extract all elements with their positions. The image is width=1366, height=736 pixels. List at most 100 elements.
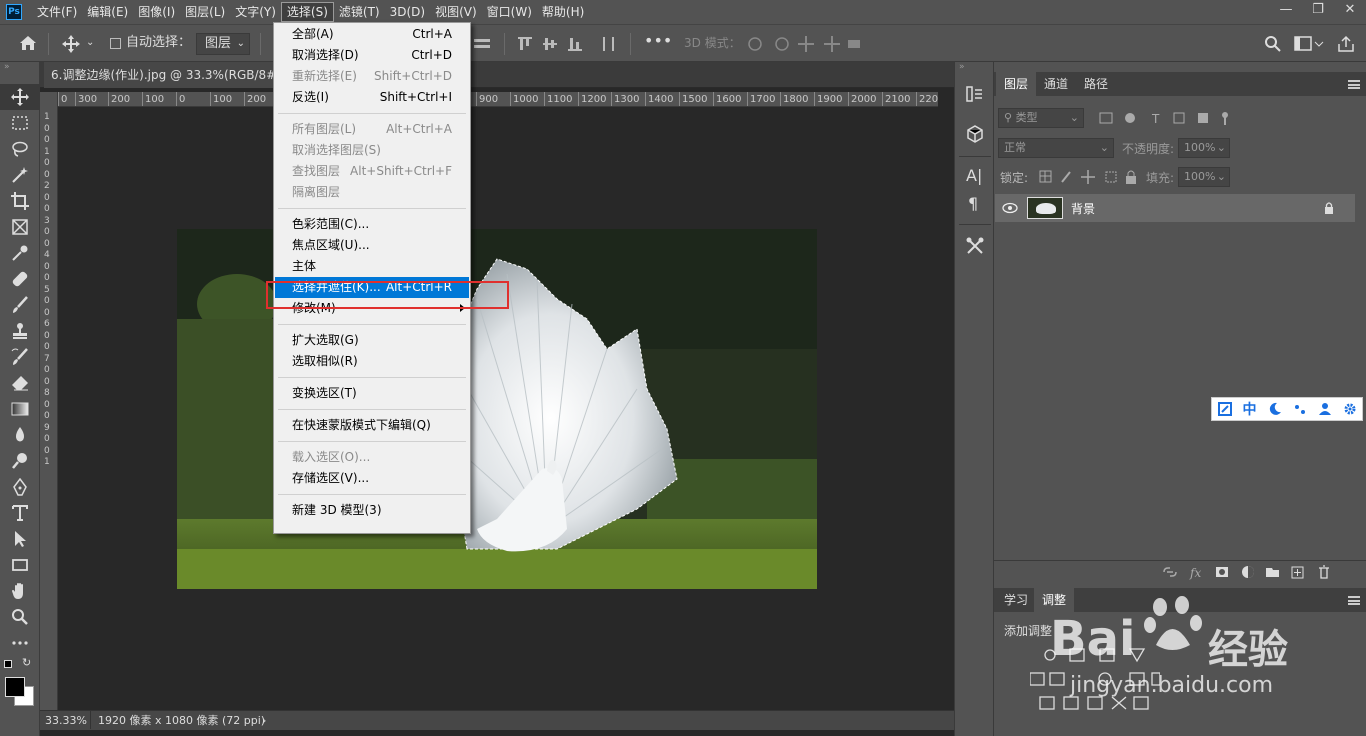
menu-item[interactable]: 选择(S) [280, 2, 334, 22]
healing-brush-icon[interactable] [0, 266, 40, 292]
eyedropper-icon[interactable] [0, 240, 40, 266]
close-icon[interactable]: ✕ [1334, 0, 1366, 20]
menu-item-3-0[interactable]: 扩大选取(G) [275, 330, 469, 351]
align-bottom-icon[interactable] [566, 35, 584, 53]
eraser-tool-icon[interactable] [0, 370, 40, 396]
menu-item-2-1[interactable]: 焦点区域(U)... [275, 235, 469, 256]
paragraph-panel-icon[interactable]: ¶ [968, 194, 978, 213]
edit-toolbar-icon[interactable] [0, 630, 40, 656]
default-colors-icon[interactable] [4, 660, 12, 668]
user-icon[interactable] [1318, 402, 1332, 416]
dodge-tool-icon[interactable] [0, 448, 40, 474]
clone-stamp-icon[interactable] [0, 318, 40, 344]
search-icon[interactable] [1264, 35, 1282, 53]
type-tool-icon[interactable] [0, 500, 40, 526]
crop-tool-icon[interactable] [0, 188, 40, 214]
panel-menu-icon[interactable] [1348, 80, 1360, 89]
eye-icon[interactable] [1002, 202, 1018, 214]
auto-select-dropdown[interactable]: 图层 ⌄ [196, 33, 250, 55]
tab-channels[interactable]: 通道 [1036, 72, 1076, 96]
menu-item-2-0[interactable]: 色彩范围(C)... [275, 214, 469, 235]
menu-item[interactable]: 帮助(H) [537, 2, 589, 22]
menu-item[interactable]: 图层(L) [180, 2, 230, 22]
menu-item-0-0[interactable]: 全部(A) Ctrl+A [275, 24, 469, 45]
layer-name[interactable]: 背景 [1071, 200, 1095, 217]
history-brush-icon[interactable] [0, 344, 40, 370]
auto-select-checkbox[interactable] [110, 38, 121, 49]
menu-item-6-1[interactable]: 存储选区(V)... [275, 468, 469, 489]
3d-panel-icon[interactable] [965, 124, 985, 144]
opacity-input[interactable]: 100% ⌄ [1178, 138, 1230, 158]
menu-item[interactable]: 窗口(W) [482, 2, 537, 22]
blur-tool-icon[interactable] [0, 422, 40, 448]
zoom-level[interactable]: 33.33% [45, 711, 87, 730]
swap-colors-icon[interactable]: ↻ [22, 656, 31, 669]
menu-item-2-2[interactable]: 主体 [275, 256, 469, 277]
rectangle-tool-icon[interactable] [0, 552, 40, 578]
tab-layers[interactable]: 图层 [996, 72, 1037, 96]
blend-mode-select[interactable]: 正常 ⌄ [998, 138, 1114, 158]
ruler-tick: 1600 [713, 92, 741, 106]
home-icon[interactable] [18, 34, 38, 52]
pen-tool-icon[interactable] [0, 474, 40, 500]
menu-item[interactable]: 3D(D) [385, 2, 430, 22]
menu-item[interactable]: 文件(F) [32, 2, 82, 22]
character-panel-icon[interactable]: A| [966, 166, 982, 185]
tab-paths[interactable]: 路径 [1076, 72, 1116, 96]
tab-adjustments[interactable]: 调整 [1034, 588, 1075, 612]
menu-item[interactable]: 文字(Y) [230, 2, 281, 22]
adjustment-icons[interactable] [1030, 645, 1160, 715]
layer-filter-icons[interactable]: T [1098, 111, 1238, 127]
menu-item[interactable]: 滤镜(T) [334, 2, 385, 22]
menu-item-0-3[interactable]: 反选(I) Shift+Ctrl+I [275, 87, 469, 108]
menu-item-3-1[interactable]: 选取相似(R) [275, 351, 469, 372]
align-top-icon[interactable] [516, 35, 534, 53]
path-selection-icon[interactable] [0, 526, 40, 552]
menu-item-4-0[interactable]: 变换选区(T) [275, 383, 469, 404]
lasso-tool-icon[interactable] [0, 136, 40, 162]
move-tool-icon[interactable] [0, 84, 40, 110]
menu-item-7-0[interactable]: 新建 3D 模型(3) [275, 500, 469, 521]
panel-menu-icon[interactable] [1348, 596, 1360, 605]
status-menu-arrow[interactable]: › [262, 711, 266, 730]
workspace-icon[interactable] [1294, 35, 1324, 53]
hand-tool-icon[interactable] [0, 578, 40, 604]
gradient-tool-icon[interactable] [0, 396, 40, 422]
menu-item[interactable]: 图像(I) [133, 2, 180, 22]
minimize-icon[interactable]: — [1270, 0, 1302, 20]
moon-icon[interactable] [1268, 402, 1282, 416]
brush-tool-icon[interactable] [0, 292, 40, 318]
document-tab[interactable]: 6.调整边缘(作业).jpg @ 33.3%(RGB/8#) × [44, 62, 302, 88]
frame-tool-icon[interactable] [0, 214, 40, 240]
collapse-icon[interactable]: » [0, 62, 39, 84]
menu-item-0-1[interactable]: 取消选择(D) Ctrl+D [275, 45, 469, 66]
move-tool-icon[interactable] [60, 34, 82, 54]
menu-item[interactable]: 编辑(E) [82, 2, 133, 22]
layer-kind-filter[interactable]: ⚲ 类型 ⌄ [998, 108, 1084, 128]
more-options-icon[interactable]: ••• [644, 31, 672, 51]
layer-footer-icons[interactable]: fx [1162, 564, 1342, 580]
menu-item[interactable]: 视图(V) [430, 2, 482, 22]
align-vcenter-icon[interactable] [541, 35, 559, 53]
tool-presets-icon[interactable] [965, 236, 985, 256]
zoom-tool-icon[interactable] [0, 604, 40, 630]
lock-icons[interactable] [1038, 169, 1142, 185]
magic-wand-icon[interactable] [0, 162, 40, 188]
share-icon[interactable] [1336, 34, 1356, 54]
distribute-icon[interactable] [600, 35, 618, 53]
menu-item-5-0[interactable]: 在快速蒙版模式下编辑(Q) [275, 415, 469, 436]
foreground-color-swatch[interactable] [5, 677, 25, 697]
tab-learn[interactable]: 学习 [996, 588, 1036, 612]
chevron-down-icon[interactable]: ⌄ [86, 33, 94, 53]
collapse-icon[interactable]: » [955, 62, 993, 76]
marquee-tool-icon[interactable] [0, 110, 40, 136]
punctuation-icon[interactable] [1293, 402, 1307, 416]
fill-input[interactable]: 100% ⌄ [1178, 167, 1230, 187]
gear-icon[interactable] [1343, 402, 1357, 416]
layer-row[interactable]: 背景 [995, 194, 1355, 222]
ime-logo-icon[interactable] [1217, 402, 1232, 416]
align-icon[interactable] [472, 35, 492, 53]
ime-chinese-mode[interactable]: 中 [1243, 399, 1257, 419]
restore-icon[interactable]: ❐ [1302, 0, 1334, 20]
history-panel-icon[interactable] [965, 84, 985, 104]
